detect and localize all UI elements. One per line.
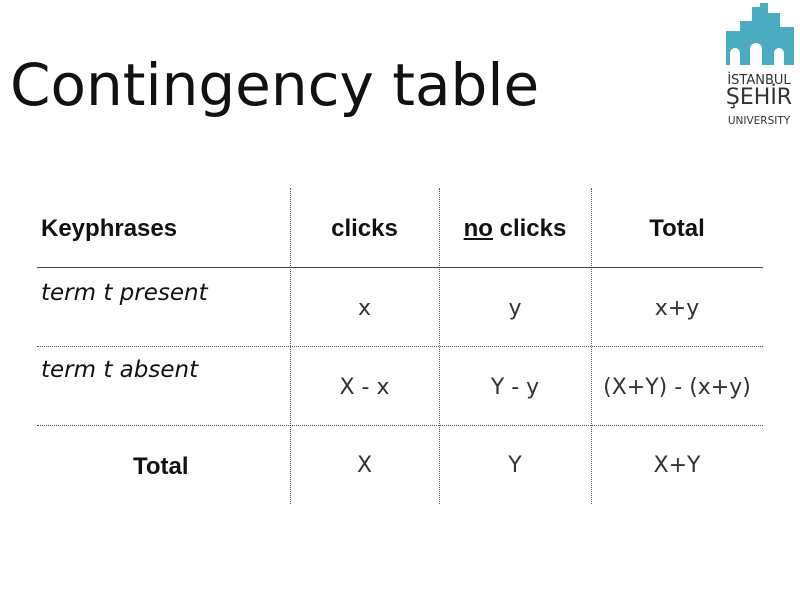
slide: Contingency table İSTANBUL ŞEHİR UNIVERS… bbox=[0, 0, 800, 600]
header-no-clicks-suffix: clicks bbox=[492, 215, 567, 242]
cell-absent-total: (X+Y) - (x+y) bbox=[603, 375, 751, 400]
cell-absent-clicks: X - x bbox=[339, 375, 390, 400]
header-rule bbox=[37, 267, 763, 268]
header-total: Total bbox=[649, 215, 705, 242]
cell-present-clicks: x bbox=[357, 296, 372, 321]
row-label-term-absent: term t absent bbox=[41, 357, 198, 383]
header-no-clicks: no clicks bbox=[439, 215, 591, 243]
header-clicks: clicks bbox=[331, 215, 398, 242]
cell-present-total: x+y bbox=[654, 296, 700, 321]
contingency-table: Keyphrases clicks no clicks Total term t… bbox=[0, 0, 800, 600]
cell-total-total: X+Y bbox=[653, 453, 701, 478]
cell-total-no-clicks: Y bbox=[508, 453, 522, 478]
row-label-suffix: absent bbox=[112, 357, 199, 383]
row-label-prefix: term bbox=[41, 280, 104, 306]
header-no-clicks-prefix: no bbox=[463, 215, 493, 242]
row-divider bbox=[37, 425, 763, 426]
cell-total-clicks: X bbox=[356, 453, 373, 478]
cell-absent-no-clicks: Y - y bbox=[490, 375, 540, 400]
header-keyphrases: Keyphrases bbox=[41, 215, 178, 242]
row-label-prefix: term bbox=[41, 357, 104, 383]
row-divider bbox=[37, 346, 763, 347]
cell-present-no-clicks: y bbox=[508, 296, 522, 321]
row-label-term-present: term t present bbox=[41, 280, 208, 306]
row-label-suffix: present bbox=[112, 280, 208, 306]
row-label-total: Total bbox=[133, 453, 189, 480]
